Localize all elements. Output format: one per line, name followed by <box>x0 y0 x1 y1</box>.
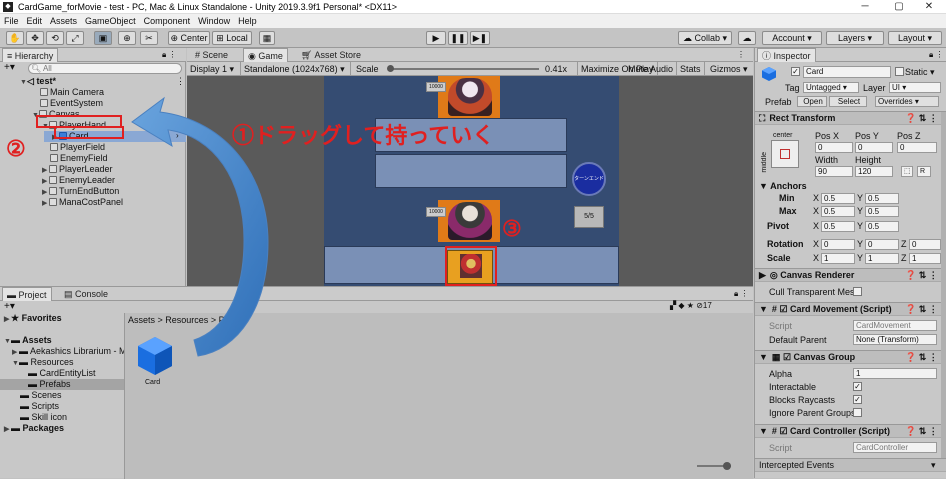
annotation-step-3: ③ <box>502 216 522 241</box>
card-row-highlight <box>54 126 124 139</box>
card-in-hand-highlight <box>445 246 497 286</box>
drag-arrow-overlay <box>131 96 269 357</box>
annotation-drag-instruction: ①ドラッグして持っていく <box>232 123 495 148</box>
annotation-step-2: ② <box>6 136 26 161</box>
